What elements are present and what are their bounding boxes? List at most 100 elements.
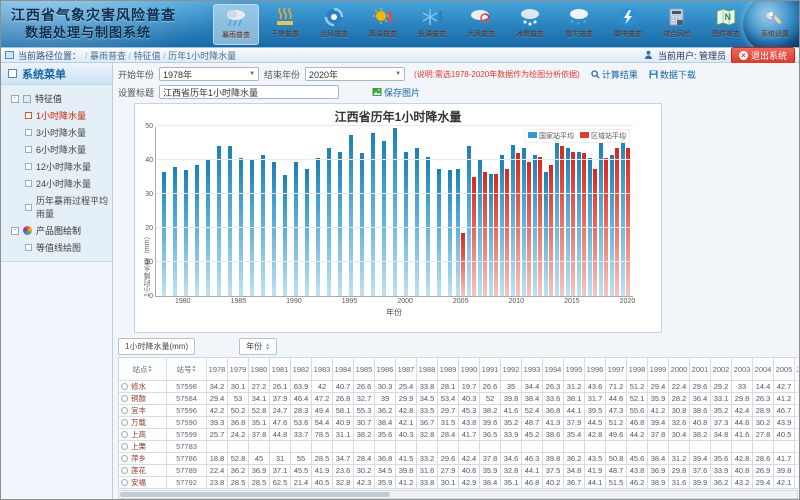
radio-icon[interactable] bbox=[121, 419, 128, 426]
station-name-cell[interactable]: 安福 bbox=[119, 477, 167, 489]
tree-item-12小时降水量[interactable]: 12小时降水量 bbox=[3, 158, 110, 175]
nav-map[interactable]: N图件审查 bbox=[703, 4, 749, 45]
station-name-cell[interactable]: 萍乡 bbox=[119, 453, 167, 465]
radio-icon[interactable] bbox=[121, 455, 128, 462]
nav-cold[interactable]: 低温普查 bbox=[409, 4, 455, 45]
value-cell: 34.5 bbox=[375, 465, 396, 477]
station-name-cell[interactable]: 莲花 bbox=[119, 465, 167, 477]
tree-item-3小时降水量[interactable]: 3小时降水量 bbox=[3, 124, 110, 141]
table-row[interactable]: 宜丰5759642.250.252.824.728.349.458.155.33… bbox=[119, 405, 798, 417]
x-axis-ticks: 198019851990199520002005201020152020 bbox=[155, 297, 633, 307]
station-name-cell[interactable]: 万载 bbox=[119, 417, 167, 429]
tree-item-1小时降水量[interactable]: 1小时降水量 bbox=[3, 107, 110, 124]
value-cell: 33.8 bbox=[417, 381, 438, 393]
value-cell: 39.4 bbox=[648, 417, 669, 429]
checkbox-icon[interactable] bbox=[25, 112, 32, 119]
value-cell: 37.6 bbox=[690, 465, 711, 477]
value-cell: 38.4 bbox=[648, 453, 669, 465]
sort-arrows-icon[interactable]: ▲▼ bbox=[192, 365, 197, 373]
table-row[interactable]: 修水5759834.230.127.226.163.94240.726.630.… bbox=[119, 381, 798, 393]
bar-group-2016 bbox=[576, 127, 587, 296]
checkbox-icon[interactable] bbox=[25, 163, 32, 170]
nav-drought[interactable]: 干旱普查 bbox=[262, 4, 308, 45]
end-year-select[interactable]: 2020年▼ bbox=[305, 67, 405, 81]
scrollbar-thumb[interactable] bbox=[120, 492, 390, 497]
value-cell: 24.7 bbox=[270, 405, 291, 417]
value-cell: 37.9 bbox=[795, 477, 798, 489]
exit-system-button[interactable]: × 退出系统 bbox=[731, 47, 795, 64]
y-tick-label: 30 bbox=[145, 191, 153, 198]
station-name-cell[interactable]: 上高 bbox=[119, 429, 167, 441]
radio-icon[interactable] bbox=[121, 431, 128, 438]
save-image-button[interactable]: 保存图片 bbox=[372, 86, 420, 99]
station-name-cell[interactable]: 修水 bbox=[119, 381, 167, 393]
table-row[interactable]: 上高5759925.724.237.844.833.778.531.138.23… bbox=[119, 429, 798, 441]
col-header[interactable]: 站号 ▲▼ bbox=[167, 357, 207, 381]
value-cell: 29.6 bbox=[690, 381, 711, 393]
tree-group-产品图绘制[interactable]: -产品图绘制 bbox=[3, 222, 110, 239]
table-row[interactable]: 万载5759039.336.835.147.653.654.440.930.73… bbox=[119, 417, 798, 429]
sidebar-tree: -特征值1小时降水量3小时降水量6小时降水量12小时降水量24小时降水量历年暴雨… bbox=[1, 85, 112, 262]
nav-lightning[interactable]: 雷电普查 bbox=[605, 4, 651, 45]
data-download-button[interactable]: 数据下载 bbox=[649, 68, 696, 81]
bar-regional bbox=[615, 148, 619, 296]
table-row[interactable]: 萍乡5778618.852.845315528.534.728.436.841.… bbox=[119, 453, 798, 465]
tree-group-特征值[interactable]: -特征值 bbox=[3, 90, 110, 107]
nav-settings[interactable]: 系统设置 bbox=[752, 4, 798, 45]
value-cell bbox=[753, 441, 774, 453]
bar-national bbox=[500, 155, 504, 296]
start-year-select[interactable]: 1978年▼ bbox=[159, 67, 259, 81]
tree-item-24小时降水量[interactable]: 24小时降水量 bbox=[3, 175, 110, 192]
table-panel: 1小时降水量(mm) 年份 ▲▼ 站点 ▲▼站号 ▲▼1978197919801… bbox=[118, 338, 794, 499]
table-row[interactable]: 莲花5778922.436.236.937.145.541.923.630.23… bbox=[119, 465, 798, 477]
station-name-cell[interactable]: 上栗 bbox=[119, 441, 167, 453]
value-cell: 35.2 bbox=[501, 417, 522, 429]
radio-icon[interactable] bbox=[121, 467, 128, 474]
radio-icon[interactable] bbox=[121, 407, 128, 414]
year-sort-control[interactable]: 年份 ▲▼ bbox=[239, 338, 277, 355]
checkbox-icon[interactable] bbox=[25, 244, 32, 251]
checkbox-icon[interactable] bbox=[25, 204, 32, 211]
nav-rainstorm[interactable]: 暴雨普查 bbox=[213, 4, 259, 45]
nav-hail[interactable]: 冰雹普查 bbox=[507, 4, 553, 45]
expand-icon[interactable]: - bbox=[11, 227, 19, 235]
tree-item-6小时降水量[interactable]: 6小时降水量 bbox=[3, 141, 110, 158]
value-cell: 35.9 bbox=[480, 465, 501, 477]
checkbox-icon[interactable] bbox=[25, 180, 32, 187]
bar-group-1987 bbox=[257, 127, 268, 296]
radio-icon[interactable] bbox=[121, 443, 128, 450]
nav-typhoon[interactable]: 台风普查 bbox=[311, 4, 357, 45]
table-horizontal-scrollbar[interactable] bbox=[118, 490, 798, 499]
table-row[interactable]: 上栗57783 bbox=[119, 441, 798, 453]
nav-snow[interactable]: ***雪灾普查 bbox=[556, 4, 602, 45]
station-name-cell[interactable]: 铜鼓 bbox=[119, 393, 167, 405]
calc-result-button[interactable]: 计算结果 bbox=[591, 68, 638, 81]
svg-text:*: * bbox=[577, 22, 580, 27]
table-row[interactable]: 安福5779223.828.528.562.521.440.532.842.33… bbox=[119, 477, 798, 489]
checkbox-icon[interactable] bbox=[25, 146, 32, 153]
tree-item-等值线绘图[interactable]: 等值线绘图 bbox=[3, 239, 110, 256]
radio-icon[interactable] bbox=[121, 395, 128, 402]
radio-icon[interactable] bbox=[121, 383, 128, 390]
station-name-cell[interactable]: 宜丰 bbox=[119, 405, 167, 417]
breadcrumb-segment[interactable]: 暴雨普查 bbox=[90, 51, 126, 61]
nav-gale[interactable]: 大风普查 bbox=[458, 4, 504, 45]
value-cell: 53.6 bbox=[291, 417, 312, 429]
radio-icon[interactable] bbox=[121, 479, 128, 486]
col-header[interactable]: 站点 ▲▼ bbox=[119, 357, 167, 381]
checkbox-icon[interactable] bbox=[25, 129, 32, 136]
chart-title-input[interactable] bbox=[159, 85, 339, 99]
nav-heat[interactable]: 高温普查 bbox=[360, 4, 406, 45]
value-cell: 41.7 bbox=[459, 429, 480, 441]
tree-item-历年暴雨过程平均雨量[interactable]: 历年暴雨过程平均雨量 bbox=[3, 192, 110, 222]
breadcrumb-segment[interactable]: 特征值 bbox=[134, 51, 161, 61]
bar-regional bbox=[527, 162, 531, 296]
app-title: 江西省气象灾害风险普查 数据处理与制图系统 bbox=[11, 6, 176, 42]
value-cell bbox=[732, 441, 753, 453]
nav-risk[interactable]: 综合风险 bbox=[654, 4, 700, 45]
breadcrumb-segment[interactable]: 历年1小时降水量 bbox=[168, 51, 236, 61]
sort-arrows-icon[interactable]: ▲▼ bbox=[148, 365, 153, 373]
table-row[interactable]: 铜鼓5758429.45334.137.946.447.226.832.7392… bbox=[119, 393, 798, 405]
expand-icon[interactable]: - bbox=[11, 95, 19, 103]
value-cell: 40.7 bbox=[333, 381, 354, 393]
